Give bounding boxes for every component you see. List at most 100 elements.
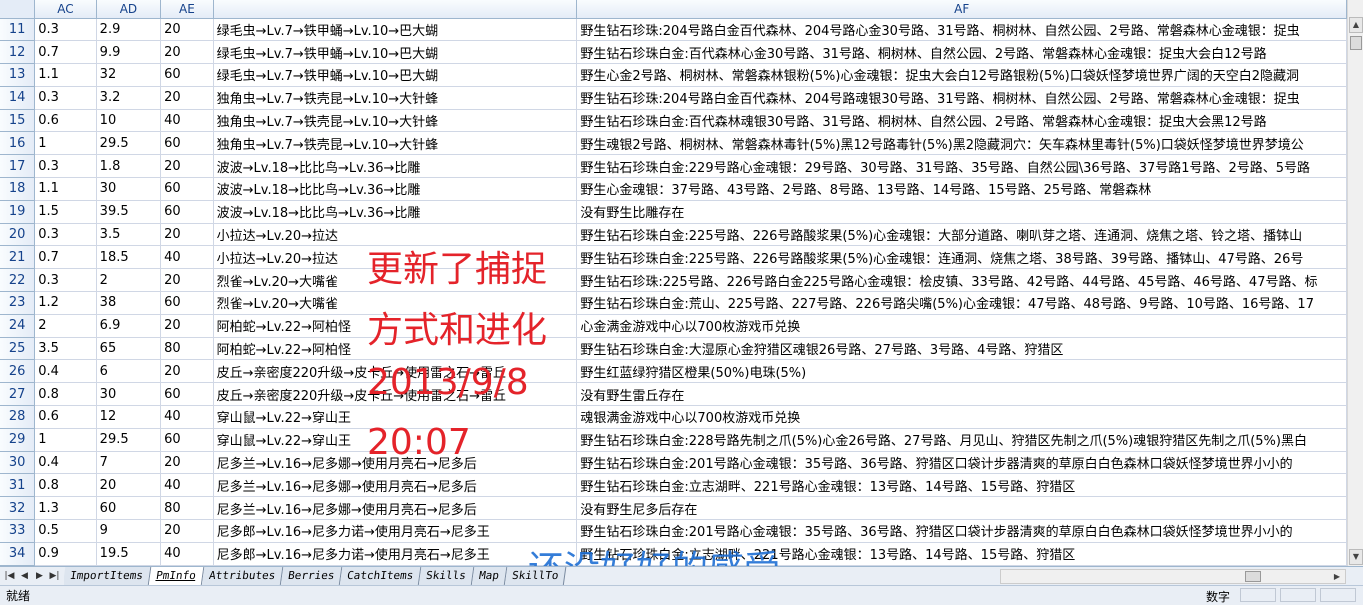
cell-af[interactable]: 野生钻石珍珠白金:百代森林魂银30号路、31号路、桐树林、自然公园、2号路、常磐… [576, 109, 1347, 133]
cell-ad[interactable]: 7 [96, 451, 162, 475]
cell-evolution[interactable]: 尼多兰→Lv.16→尼多娜→使用月亮石→尼多后 [213, 451, 578, 475]
cell-ae[interactable]: 40 [160, 473, 214, 498]
cell-ad[interactable]: 3.2 [96, 86, 162, 110]
cell-af[interactable]: 野生钻石珍珠白金:229号路心金魂银：29号路、30号路、31号路、35号路、自… [576, 154, 1347, 179]
cell-ae[interactable]: 40 [160, 245, 214, 270]
scroll-up-arrow-icon[interactable]: ▲ [1349, 17, 1363, 33]
cell-ad[interactable]: 39.5 [96, 200, 162, 224]
cell-af[interactable]: 野生钻石珍珠白金:百代森林心金30号路、31号路、桐树林、自然公园、2号路、常磐… [576, 40, 1347, 65]
sheet-tab[interactable]: SkillTo [504, 566, 567, 586]
cell-af[interactable]: 野生钻石珍珠白金:201号路心金魂银：35号路、36号路、狩猎区口袋计步器清爽的… [576, 519, 1347, 543]
cell-ac[interactable]: 0.7 [34, 245, 97, 270]
cell-ad[interactable]: 3.5 [96, 223, 162, 247]
cell-ad[interactable]: 2.9 [96, 18, 162, 42]
cell-ad[interactable]: 9.9 [96, 40, 162, 65]
cell-ad[interactable]: 60 [96, 496, 162, 521]
row-header[interactable]: 22 [0, 268, 36, 293]
cell-af[interactable]: 野生钻石珍珠白金:大湿原心金狩猎区魂银26号路、27号路、3号路、4号路、狩猎区 [576, 337, 1347, 361]
cell-ae[interactable]: 60 [160, 63, 214, 87]
row-header[interactable]: 29 [0, 428, 36, 452]
cell-ac[interactable]: 0.4 [34, 451, 97, 475]
cell-evolution[interactable]: 小拉达→Lv.20→拉达 [213, 223, 578, 247]
row-header[interactable]: 17 [0, 154, 36, 179]
row-header[interactable]: 26 [0, 359, 36, 384]
column-header-evolution[interactable] [213, 0, 578, 19]
cell-ac[interactable]: 1.5 [34, 200, 97, 224]
cell-ad[interactable]: 18.5 [96, 245, 162, 270]
cell-evolution[interactable]: 阿柏蛇→Lv.22→阿柏怪 [213, 337, 578, 361]
row-header[interactable]: 13 [0, 63, 36, 87]
column-header-af[interactable]: AF [576, 0, 1347, 19]
row-header[interactable]: 34 [0, 542, 36, 566]
cell-evolution[interactable]: 小拉达→Lv.20→拉达 [213, 245, 578, 270]
row-header[interactable]: 31 [0, 473, 36, 498]
cell-ac[interactable]: 0.3 [34, 86, 97, 110]
row-header[interactable]: 12 [0, 40, 36, 65]
vertical-scroll-thumb[interactable] [1350, 36, 1362, 50]
cell-ae[interactable]: 20 [160, 154, 214, 179]
first-sheet-icon[interactable]: |◀ [2, 571, 17, 581]
row-header[interactable]: 20 [0, 223, 36, 247]
cell-ae[interactable]: 20 [160, 519, 214, 543]
cell-af[interactable]: 野生钻石珍珠:204号路白金百代森林、204号路魂银30号路、31号路、桐树林、… [576, 86, 1347, 110]
last-sheet-icon[interactable]: ▶| [47, 571, 62, 581]
cell-ac[interactable]: 0.9 [34, 542, 97, 566]
cell-evolution[interactable]: 皮丘→亲密度220升级→皮卡丘→使用雷之石→雷丘 [213, 359, 578, 384]
cell-ad[interactable]: 29.5 [96, 428, 162, 452]
cell-ad[interactable]: 10 [96, 109, 162, 133]
cell-ac[interactable]: 0.7 [34, 40, 97, 65]
cell-af[interactable]: 野生钻石珍珠白金:201号路心金魂银：35号路、36号路、狩猎区口袋计步器清爽的… [576, 451, 1347, 475]
cell-af[interactable]: 野生钻石珍珠白金:225号路、226号路酸浆果(5%)心金魂银：大部分道路、喇叭… [576, 223, 1347, 247]
cell-ad[interactable]: 32 [96, 63, 162, 87]
cell-ad[interactable]: 1.8 [96, 154, 162, 179]
cell-ac[interactable]: 1.1 [34, 63, 97, 87]
cell-evolution[interactable]: 绿毛虫→Lv.7→铁甲蛹→Lv.10→巴大蝴 [213, 40, 578, 65]
cell-af[interactable]: 野生魂银2号路、桐树林、常磐森林毒针(5%)黑12号路毒针(5%)黑2隐藏洞穴：… [576, 131, 1347, 156]
row-header[interactable]: 21 [0, 245, 36, 270]
sheet-tab[interactable]: Map [471, 566, 508, 586]
horizontal-scrollbar[interactable]: ▶ [1000, 569, 1346, 584]
cell-ad[interactable]: 30 [96, 382, 162, 407]
cell-af[interactable]: 魂银满金游戏中心以700枚游戏币兑换 [576, 405, 1347, 429]
sheet-tab[interactable]: Attributes [201, 566, 284, 586]
cell-ac[interactable]: 0.6 [34, 109, 97, 133]
cell-ad[interactable]: 9 [96, 519, 162, 543]
cell-evolution[interactable]: 独角虫→Lv.7→铁壳昆→Lv.10→大针蜂 [213, 131, 578, 156]
column-header-ac[interactable]: AC [34, 0, 97, 19]
cell-ae[interactable]: 40 [160, 542, 214, 566]
cell-ac[interactable]: 0.8 [34, 473, 97, 498]
cell-ac[interactable]: 1 [34, 428, 97, 452]
row-header[interactable]: 23 [0, 291, 36, 315]
row-header[interactable]: 18 [0, 177, 36, 201]
cell-ae[interactable]: 20 [160, 359, 214, 384]
cell-evolution[interactable]: 绿毛虫→Lv.7→铁甲蛹→Lv.10→巴大蝴 [213, 18, 578, 42]
cell-ad[interactable]: 6.9 [96, 314, 162, 338]
cell-ae[interactable]: 60 [160, 291, 214, 315]
column-header-ad[interactable]: AD [96, 0, 162, 19]
cell-af[interactable]: 野生钻石珍珠:204号路白金百代森林、204号路心金30号路、31号路、桐树林、… [576, 18, 1347, 42]
cell-evolution[interactable]: 尼多兰→Lv.16→尼多娜→使用月亮石→尼多后 [213, 473, 578, 498]
cell-ae[interactable]: 20 [160, 18, 214, 42]
cell-ae[interactable]: 80 [160, 496, 214, 521]
cell-ad[interactable]: 6 [96, 359, 162, 384]
cell-ae[interactable]: 80 [160, 337, 214, 361]
cell-ac[interactable]: 1.1 [34, 177, 97, 201]
cell-ae[interactable]: 20 [160, 223, 214, 247]
column-header-ae[interactable]: AE [160, 0, 214, 19]
row-header[interactable]: 32 [0, 496, 36, 521]
cell-evolution[interactable]: 波波→Lv.18→比比鸟→Lv.36→比雕 [213, 177, 578, 201]
select-all-corner[interactable] [0, 0, 36, 19]
sheet-tab[interactable]: ImportItems [64, 566, 152, 586]
cell-ae[interactable]: 60 [160, 382, 214, 407]
row-header[interactable]: 11 [0, 18, 36, 42]
cell-ae[interactable]: 60 [160, 131, 214, 156]
cell-ad[interactable]: 29.5 [96, 131, 162, 156]
horizontal-scroll-thumb[interactable] [1245, 571, 1261, 582]
cell-af[interactable]: 野生钻石珍珠白金:225号路、226号路酸浆果(5%)心金魂银：连通洞、烧焦之塔… [576, 245, 1347, 270]
scroll-down-arrow-icon[interactable]: ▼ [1349, 549, 1363, 565]
cell-evolution[interactable]: 绿毛虫→Lv.7→铁甲蛹→Lv.10→巴大蝴 [213, 63, 578, 87]
cell-ae[interactable]: 20 [160, 314, 214, 338]
cell-ac[interactable]: 1 [34, 131, 97, 156]
cell-ae[interactable]: 40 [160, 109, 214, 133]
next-sheet-icon[interactable]: ▶ [32, 571, 47, 581]
